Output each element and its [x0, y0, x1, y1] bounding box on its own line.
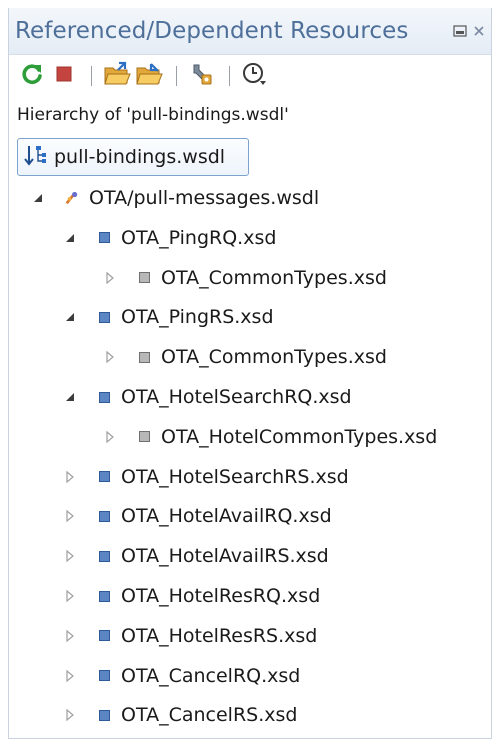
- folder-open-alt-icon: [135, 61, 163, 91]
- xsd-file-icon: [97, 509, 111, 523]
- tree-item-label: OTA_HotelSearchRS.xsd: [121, 465, 349, 488]
- tree-item-label: OTA_CancelRQ.xsd: [121, 664, 301, 687]
- view-title: Referenced/Dependent Resources: [15, 18, 409, 44]
- hierarchy-root-label: pull-bindings.wsdl: [54, 146, 226, 168]
- tree-item-label: OTA_CommonTypes.xsd: [161, 266, 387, 289]
- tree-item[interactable]: OTA_HotelResRS.xsd: [63, 620, 317, 652]
- view-title-bar: Referenced/Dependent Resources: [9, 8, 491, 55]
- xsd-file-icon: [97, 629, 111, 643]
- collapsed-arrow-icon[interactable]: [63, 629, 77, 643]
- toolbar: [9, 54, 491, 98]
- xsd-file-icon: [97, 390, 111, 404]
- collapsed-arrow-icon[interactable]: [63, 669, 77, 683]
- tree-item[interactable]: OTA_HotelAvailRQ.xsd: [63, 500, 332, 532]
- refresh-icon: [20, 62, 44, 90]
- close-view-icon[interactable]: [473, 22, 485, 41]
- hierarchy-root[interactable]: pull-bindings.wsdl: [17, 138, 249, 176]
- collapsed-arrow-icon[interactable]: [63, 470, 77, 484]
- xsd-file-icon: [97, 708, 111, 722]
- collapsed-arrow-icon[interactable]: [103, 350, 117, 364]
- collapsed-arrow-icon[interactable]: [63, 509, 77, 523]
- xsd-file-icon: [97, 669, 111, 683]
- tree-item[interactable]: OTA_HotelSearchRS.xsd: [63, 461, 349, 493]
- stop-button[interactable]: [49, 61, 79, 91]
- configure-icon: [189, 61, 215, 91]
- collapsed-arrow-icon[interactable]: [63, 549, 77, 563]
- folder-open-icon: [103, 61, 131, 91]
- tree-item[interactable]: OTA_CommonTypes.xsd: [103, 341, 387, 373]
- tree-item[interactable]: OTA_HotelAvailRS.xsd: [63, 540, 329, 572]
- tree-item-label: OTA_HotelAvailRS.xsd: [121, 545, 329, 568]
- configure-button[interactable]: [187, 61, 217, 91]
- xsd-reference-icon: [137, 430, 151, 444]
- tree-item-label: OTA_HotelCommonTypes.xsd: [161, 425, 438, 448]
- expanded-arrow-icon[interactable]: [63, 390, 77, 404]
- xsd-reference-icon: [137, 350, 151, 364]
- collapsed-arrow-icon[interactable]: [103, 430, 117, 444]
- minimize-view-icon[interactable]: [453, 22, 467, 41]
- tree-item[interactable]: OTA_CancelRS.xsd: [63, 699, 297, 731]
- hierarchy-label: Hierarchy of 'pull-bindings.wsdl': [17, 105, 289, 125]
- tree-item-label: OTA_HotelSearchRQ.xsd: [121, 386, 352, 408]
- wsdl-file-icon: [65, 191, 79, 205]
- xsd-file-icon: [97, 470, 111, 484]
- expanded-arrow-icon[interactable]: [31, 191, 45, 205]
- tree-item[interactable]: OTA_PingRQ.xsd: [63, 222, 276, 254]
- expanded-arrow-icon[interactable]: [63, 231, 77, 245]
- xsd-reference-icon: [137, 271, 151, 285]
- tree-item[interactable]: OTA_HotelResRQ.xsd: [63, 580, 320, 612]
- tree-item[interactable]: OTA_HotelSearchRQ.xsd: [63, 381, 352, 413]
- collapsed-arrow-icon[interactable]: [63, 708, 77, 722]
- refresh-button[interactable]: [17, 61, 47, 91]
- tree-item[interactable]: OTA_PingRS.xsd: [63, 301, 274, 333]
- tree-item-label: OTA_HotelAvailRQ.xsd: [121, 505, 332, 528]
- dependencies-view: Referenced/Dependent Resources Hierarchy…: [8, 8, 492, 739]
- history-icon: [241, 61, 269, 91]
- toolbar-separator: [176, 66, 177, 86]
- xsd-file-icon: [97, 549, 111, 563]
- collapsed-arrow-icon[interactable]: [63, 589, 77, 603]
- tree-item-label: OTA_CommonTypes.xsd: [161, 346, 387, 369]
- referenced-hierarchy-button[interactable]: [134, 61, 164, 91]
- history-button[interactable]: [240, 61, 270, 91]
- toolbar-separator: [91, 66, 92, 86]
- tree-item-label: OTA_PingRS.xsd: [121, 306, 274, 329]
- tree-item-label: OTA_HotelResRS.xsd: [121, 624, 318, 647]
- tree-item[interactable]: OTA_CommonTypes.xsd: [103, 262, 387, 294]
- tree-item[interactable]: OTA_HotelCommonTypes.xsd: [103, 421, 437, 453]
- tree-item-label: OTA_CancelRS.xsd: [121, 704, 298, 727]
- hierarchy-root-icon: [24, 143, 48, 171]
- toolbar-separator: [229, 66, 230, 86]
- tree-item-label: OTA_HotelResRQ.xsd: [121, 585, 321, 607]
- expanded-arrow-icon[interactable]: [63, 310, 77, 324]
- view-title-controls: [453, 22, 485, 41]
- xsd-file-icon: [97, 589, 111, 603]
- xsd-file-icon: [97, 231, 111, 245]
- stop-icon: [53, 63, 75, 89]
- tree-item[interactable]: OTA_CancelRQ.xsd: [63, 660, 300, 692]
- dependent-hierarchy-button[interactable]: [102, 61, 132, 91]
- tree-item-label: OTA_PingRQ.xsd: [121, 226, 277, 249]
- xsd-file-icon: [97, 310, 111, 324]
- tree-item-label: OTA/pull-messages.wsdl: [89, 187, 320, 209]
- tree-item[interactable]: OTA/pull-messages.wsdl: [31, 182, 319, 214]
- collapsed-arrow-icon[interactable]: [103, 271, 117, 285]
